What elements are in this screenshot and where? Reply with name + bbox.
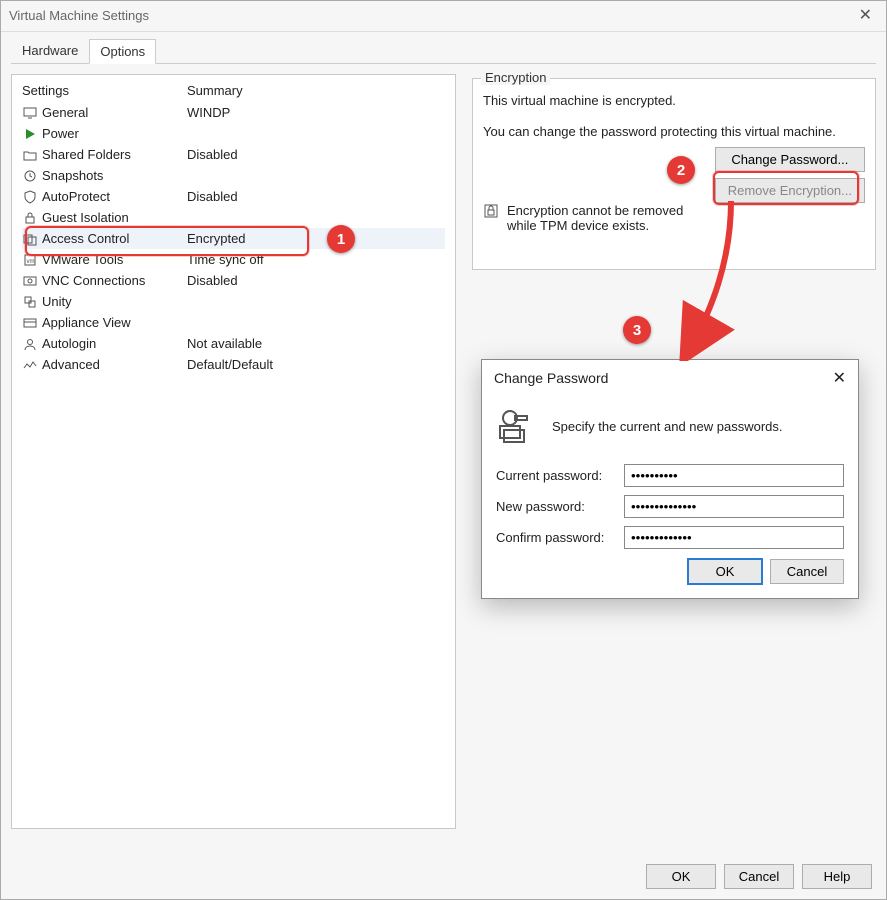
settings-item-guest-isolation[interactable]: Guest Isolation [22, 207, 445, 228]
shield-icon [22, 189, 38, 205]
settings-item-appliance-view[interactable]: Appliance View [22, 312, 445, 333]
title-bar: Virtual Machine Settings ✕ [1, 1, 886, 32]
new-password-input[interactable] [624, 495, 844, 518]
current-password-label: Current password: [496, 468, 616, 483]
cancel-button[interactable]: Cancel [724, 864, 794, 889]
column-headers: Settings Summary [22, 83, 445, 98]
settings-item-name: VNC Connections [42, 273, 145, 288]
annotation-box-2 [713, 171, 859, 205]
settings-item-name: Shared Folders [42, 147, 131, 162]
settings-item-power[interactable]: Power [22, 123, 445, 144]
change-password-button[interactable]: Change Password... [715, 147, 865, 172]
appliance-icon [22, 315, 38, 331]
encryption-hint: You can change the password protecting t… [483, 124, 865, 139]
svg-text:vm: vm [27, 259, 35, 265]
help-button[interactable]: Help [802, 864, 872, 889]
settings-item-summary: WINDP [187, 105, 230, 120]
annotation-box-1 [25, 226, 309, 256]
footer-buttons: OK Cancel Help [646, 864, 872, 889]
dialog-cancel-button[interactable]: Cancel [770, 559, 844, 584]
play-icon [22, 126, 38, 142]
settings-item-unity[interactable]: Unity [22, 291, 445, 312]
tab-hardware[interactable]: Hardware [11, 38, 89, 63]
vnc-icon [22, 273, 38, 289]
settings-item-summary: Default/Default [187, 357, 273, 372]
settings-item-summary: Not available [187, 336, 262, 351]
settings-item-summary: Disabled [187, 189, 238, 204]
ok-button[interactable]: OK [646, 864, 716, 889]
settings-item-vnc-connections[interactable]: VNC Connections Disabled [22, 270, 445, 291]
col-summary: Summary [187, 83, 243, 98]
tpm-warning: Encryption cannot be removed while TPM d… [483, 203, 865, 233]
vm-settings-window: Virtual Machine Settings ✕ Hardware Opti… [0, 0, 887, 900]
settings-item-snapshots[interactable]: Snapshots [22, 165, 445, 186]
new-password-label: New password: [496, 499, 616, 514]
unity-icon [22, 294, 38, 310]
encryption-status: This virtual machine is encrypted. [483, 93, 865, 108]
dialog-hint: Specify the current and new passwords. [552, 419, 783, 434]
lock-warning-icon [483, 203, 499, 219]
settings-item-autologin[interactable]: Autologin Not available [22, 333, 445, 354]
settings-item-name: Autologin [42, 336, 96, 351]
change-password-dialog: Change Password ✕ Specify the current an… [481, 359, 859, 599]
settings-item-name: Appliance View [42, 315, 131, 330]
settings-item-summary: Disabled [187, 273, 238, 288]
clock-icon [22, 168, 38, 184]
settings-item-name: Power [42, 126, 79, 141]
settings-item-name: Guest Isolation [42, 210, 129, 225]
settings-item-name: Snapshots [42, 168, 103, 183]
callout-1: 1 [327, 225, 355, 253]
current-password-input[interactable] [624, 464, 844, 487]
settings-item-summary: Disabled [187, 147, 238, 162]
settings-item-advanced[interactable]: Advanced Default/Default [22, 354, 445, 375]
confirm-password-input[interactable] [624, 526, 844, 549]
tab-strip: Hardware Options [11, 38, 876, 64]
settings-item-name: Advanced [42, 357, 100, 372]
encryption-legend: Encryption [481, 70, 550, 85]
window-title: Virtual Machine Settings [9, 1, 149, 31]
dialog-close-icon[interactable]: ✕ [833, 368, 846, 388]
settings-item-autoprotect[interactable]: AutoProtect Disabled [22, 186, 445, 207]
callout-3: 3 [623, 316, 651, 344]
user-icon [22, 336, 38, 352]
confirm-password-label: Confirm password: [496, 530, 616, 545]
col-settings: Settings [22, 83, 187, 98]
settings-item-general[interactable]: General WINDP [22, 102, 445, 123]
key-icon [496, 404, 540, 448]
advanced-icon [22, 357, 38, 373]
close-icon[interactable]: ✕ [853, 1, 878, 31]
settings-item-name: Unity [42, 294, 72, 309]
settings-item-name: General [42, 105, 88, 120]
settings-item-name: AutoProtect [42, 189, 110, 204]
display-icon [22, 105, 38, 121]
dialog-ok-button[interactable]: OK [688, 559, 762, 584]
folder-icon [22, 147, 38, 163]
tab-options[interactable]: Options [89, 39, 156, 64]
callout-2: 2 [667, 156, 695, 184]
lock-icon [22, 210, 38, 226]
settings-item-shared-folders[interactable]: Shared Folders Disabled [22, 144, 445, 165]
dialog-title: Change Password [494, 370, 608, 386]
settings-panel: Settings Summary General WINDP Power Shared… [11, 74, 456, 829]
